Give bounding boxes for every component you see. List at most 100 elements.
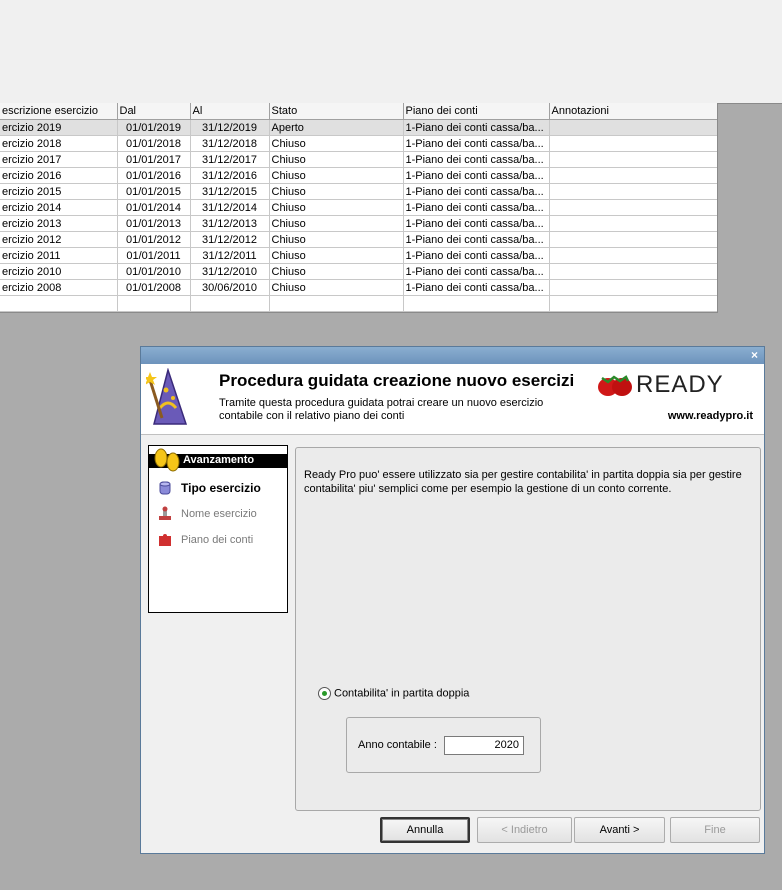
table-cell[interactable]: 1-Piano dei conti cassa/ba... <box>403 215 550 232</box>
table-row[interactable]: ercizio 2016 01/01/2016 31/12/2016 Chiuso 1-… <box>0 167 717 184</box>
table-cell[interactable]: Chiuso <box>269 263 404 280</box>
table-cell[interactable]: Chiuso <box>269 167 404 184</box>
table-row[interactable]: ercizio 2011 01/01/2011 31/12/2011 Chiuso 1-… <box>0 247 717 264</box>
table-cell[interactable]: 01/01/2008 <box>117 279 191 296</box>
table-cell[interactable]: 31/12/2019 <box>190 119 270 136</box>
table-cell[interactable]: ercizio 2019 <box>0 119 118 136</box>
table-cell[interactable]: 1-Piano dei conti cassa/ba... <box>403 247 550 264</box>
column-header-annotazioni[interactable]: Annotazioni <box>549 103 717 120</box>
table-cell[interactable]: ercizio 2010 <box>0 263 118 280</box>
table-cell[interactable]: 01/01/2016 <box>117 167 191 184</box>
table-cell[interactable]: 01/01/2014 <box>117 199 191 216</box>
table-row[interactable]: ercizio 2012 01/01/2012 31/12/2012 Chiuso 1-… <box>0 231 717 248</box>
table-cell[interactable]: Chiuso <box>269 135 404 152</box>
column-header-descrizione[interactable]: escrizione esercizio <box>0 103 118 120</box>
table-cell[interactable]: ercizio 2013 <box>0 215 118 232</box>
table-row[interactable]: ercizio 2008 01/01/2008 30/06/2010 Chiuso 1-… <box>0 279 717 296</box>
table-row[interactable]: ercizio 2014 01/01/2014 31/12/2014 Chiuso 1-… <box>0 199 717 216</box>
table-cell[interactable] <box>549 231 717 248</box>
table-cell[interactable]: 01/01/2013 <box>117 215 191 232</box>
table-row[interactable]: ercizio 2015 01/01/2015 31/12/2015 Chiuso 1-… <box>0 183 717 200</box>
next-button[interactable]: Avanti > <box>574 817 665 843</box>
table-cell[interactable] <box>549 263 717 280</box>
table-cell[interactable]: 1-Piano dei conti cassa/ba... <box>403 263 550 280</box>
table-cell[interactable]: 1-Piano dei conti cassa/ba... <box>403 279 550 296</box>
table-cell[interactable]: Chiuso <box>269 231 404 248</box>
year-input[interactable]: 2020 <box>444 736 524 755</box>
back-button[interactable]: < Indietro <box>477 817 572 843</box>
table-cell[interactable]: Chiuso <box>269 183 404 200</box>
table-cell[interactable]: 31/12/2010 <box>190 263 270 280</box>
table-row[interactable] <box>0 295 717 312</box>
cancel-button[interactable]: Annulla <box>380 817 470 843</box>
table-cell[interactable]: 01/01/2011 <box>117 247 191 264</box>
table-cell[interactable] <box>549 199 717 216</box>
table-cell[interactable]: 31/12/2015 <box>190 183 270 200</box>
table-cell[interactable]: 1-Piano dei conti cassa/ba... <box>403 183 550 200</box>
table-cell[interactable] <box>0 295 118 312</box>
table-cell[interactable] <box>549 247 717 264</box>
table-cell[interactable] <box>549 151 717 168</box>
table-cell[interactable]: 31/12/2016 <box>190 167 270 184</box>
table-row[interactable]: ercizio 2018 01/01/2018 31/12/2018 Chiuso 1-… <box>0 135 717 152</box>
column-header-piano[interactable]: Piano dei conti <box>403 103 550 120</box>
table-row[interactable]: ercizio 2017 01/01/2017 31/12/2017 Chiuso 1-… <box>0 151 717 168</box>
column-header-dal[interactable]: Dal <box>117 103 191 120</box>
table-cell[interactable]: ercizio 2017 <box>0 151 118 168</box>
table-cell[interactable]: 01/01/2015 <box>117 183 191 200</box>
table-cell[interactable]: ercizio 2015 <box>0 183 118 200</box>
table-cell[interactable]: 31/12/2012 <box>190 231 270 248</box>
table-cell[interactable] <box>117 295 191 312</box>
table-row[interactable]: ercizio 2019 01/01/2019 31/12/2019 Aperto 1-… <box>0 119 717 136</box>
table-cell[interactable]: 1-Piano dei conti cassa/ba... <box>403 199 550 216</box>
table-cell[interactable]: 01/01/2010 <box>117 263 191 280</box>
table-cell[interactable] <box>549 215 717 232</box>
table-cell[interactable]: 01/01/2019 <box>117 119 191 136</box>
radio-partita-doppia[interactable]: Contabilita' in partita doppia <box>318 687 469 700</box>
table-cell[interactable]: 1-Piano dei conti cassa/ba... <box>403 231 550 248</box>
finish-button[interactable]: Fine <box>670 817 760 843</box>
table-cell[interactable] <box>190 295 270 312</box>
table-cell[interactable]: ercizio 2014 <box>0 199 118 216</box>
table-cell[interactable]: Chiuso <box>269 279 404 296</box>
table-cell[interactable] <box>549 167 717 184</box>
table-cell[interactable]: 1-Piano dei conti cassa/ba... <box>403 135 550 152</box>
radio-label[interactable]: Contabilita' in partita doppia <box>334 687 469 699</box>
column-header-al[interactable]: Al <box>190 103 270 120</box>
table-cell[interactable]: 01/01/2017 <box>117 151 191 168</box>
table-cell[interactable]: 1-Piano dei conti cassa/ba... <box>403 151 550 168</box>
table-cell[interactable]: 31/12/2013 <box>190 215 270 232</box>
table-cell[interactable]: 01/01/2012 <box>117 231 191 248</box>
table-cell[interactable]: ercizio 2016 <box>0 167 118 184</box>
dialog-titlebar[interactable]: × <box>141 347 764 364</box>
table-row[interactable]: ercizio 2010 01/01/2010 31/12/2010 Chiuso 1-… <box>0 263 717 280</box>
radio-checked-icon[interactable] <box>318 687 331 700</box>
table-cell[interactable] <box>549 295 717 312</box>
table-cell[interactable]: 30/06/2010 <box>190 279 270 296</box>
table-cell[interactable]: 1-Piano dei conti cassa/ba... <box>403 167 550 184</box>
table-cell[interactable] <box>549 279 717 296</box>
table-cell[interactable] <box>269 295 404 312</box>
table-cell[interactable]: Chiuso <box>269 199 404 216</box>
table-cell[interactable]: ercizio 2018 <box>0 135 118 152</box>
close-button[interactable]: × <box>751 348 758 362</box>
table-cell[interactable]: 31/12/2018 <box>190 135 270 152</box>
table-cell[interactable]: Chiuso <box>269 215 404 232</box>
table-cell[interactable] <box>403 295 550 312</box>
table-row[interactable]: ercizio 2013 01/01/2013 31/12/2013 Chiuso 1-… <box>0 215 717 232</box>
table-cell[interactable]: Aperto <box>269 119 404 136</box>
column-header-stato[interactable]: Stato <box>269 103 404 120</box>
table-cell[interactable]: 31/12/2014 <box>190 199 270 216</box>
table-cell[interactable]: 1-Piano dei conti cassa/ba... <box>403 119 550 136</box>
table-cell[interactable] <box>549 183 717 200</box>
table-cell[interactable]: ercizio 2011 <box>0 247 118 264</box>
table-cell[interactable]: Chiuso <box>269 247 404 264</box>
table-cell[interactable]: 31/12/2017 <box>190 151 270 168</box>
table-cell[interactable]: Chiuso <box>269 151 404 168</box>
table-cell[interactable]: 31/12/2011 <box>190 247 270 264</box>
table-cell[interactable] <box>549 119 717 136</box>
table-cell[interactable]: ercizio 2012 <box>0 231 118 248</box>
table-cell[interactable]: ercizio 2008 <box>0 279 118 296</box>
table-cell[interactable]: 01/01/2018 <box>117 135 191 152</box>
table-cell[interactable] <box>549 135 717 152</box>
